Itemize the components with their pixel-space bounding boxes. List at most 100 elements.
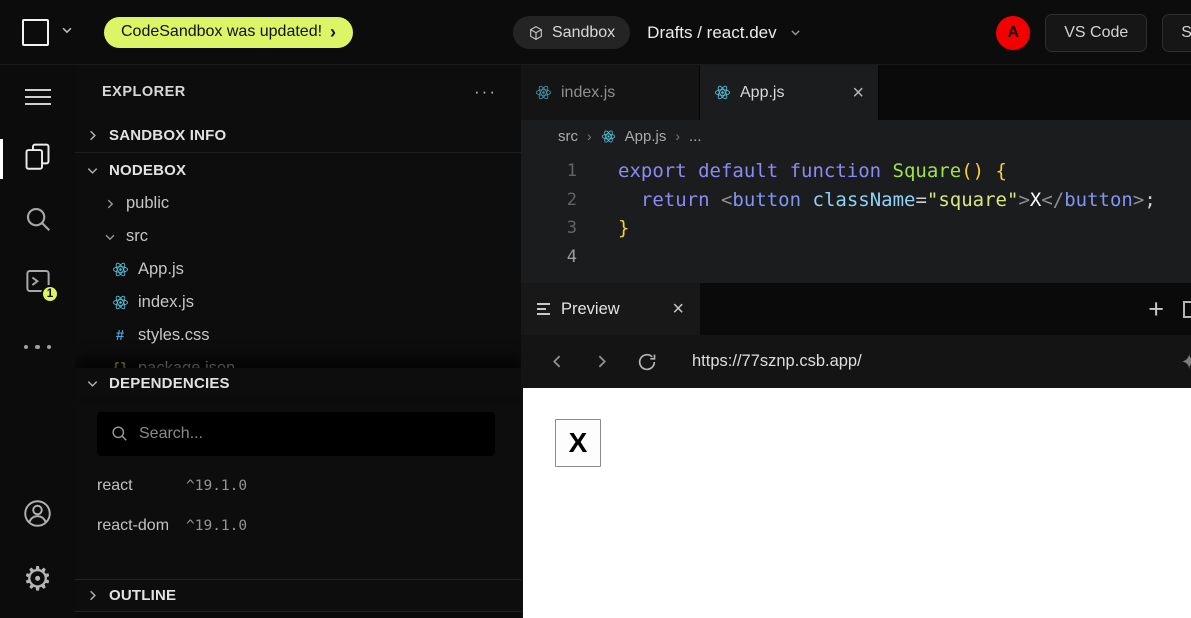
breadcrumb-symbol[interactable]: ... (689, 128, 702, 145)
project-breadcrumb-text: Drafts / react.dev (647, 23, 776, 43)
breadcrumb-src[interactable]: src (558, 128, 578, 145)
react-icon (601, 129, 616, 144)
update-banner[interactable]: CodeSandbox was updated! › (104, 17, 353, 48)
update-banner-text: CodeSandbox was updated! (121, 23, 322, 41)
tree-item-label: styles.css (138, 326, 210, 345)
account-icon (22, 498, 53, 534)
sandbox-badge-label: Sandbox (552, 24, 615, 42)
forward-icon[interactable] (593, 353, 610, 370)
sandbox-badge[interactable]: Sandbox (513, 16, 630, 49)
chevron-down-icon (103, 230, 117, 244)
search-activity-button[interactable] (0, 199, 75, 243)
preview-content: X (521, 388, 1191, 618)
avatar-letter: A (1007, 24, 1019, 42)
section-nodebox[interactable]: NODEBOX (75, 153, 521, 187)
react-icon (111, 294, 129, 311)
close-icon[interactable]: × (852, 83, 864, 103)
top-bar: CodeSandbox was updated! › Sandbox Draft… (0, 0, 1191, 65)
code-line[interactable]: 3} (521, 214, 1191, 243)
explorer-more-icon[interactable]: ··· (474, 82, 497, 102)
more-activity-button[interactable] (0, 323, 75, 367)
json-icon: {} (111, 361, 129, 369)
refresh-icon[interactable] (637, 352, 657, 372)
css-icon: # (111, 327, 129, 344)
share-button[interactable]: Share (1162, 14, 1191, 52)
search-icon (110, 424, 129, 448)
share-button-label: Share (1181, 24, 1191, 42)
terminal-activity-button[interactable]: 1 (0, 261, 75, 305)
breadcrumb-file[interactable]: App.js (625, 128, 667, 145)
avatar[interactable]: A (996, 16, 1030, 50)
add-devtool-icon[interactable]: + (1148, 296, 1164, 323)
section-dependencies[interactable]: DEPENDENCIES (75, 368, 521, 398)
tab-appjs[interactable]: App.js × (700, 65, 879, 120)
section-sandbox-info[interactable]: SANDBOX INFO (75, 119, 521, 153)
tree-item-src[interactable]: src (75, 220, 521, 253)
hamburger-icon (25, 85, 51, 110)
vscode-button-label: VS Code (1064, 24, 1128, 42)
section-outline[interactable]: OUTLINE (75, 579, 521, 612)
chevron-down-icon (85, 163, 100, 178)
preview-url[interactable]: https://77sznp.csb.app/ (692, 352, 862, 371)
line-number: 3 (521, 214, 585, 243)
tree-item-packagejson[interactable]: {} package.json (75, 352, 521, 368)
dependency-search-input[interactable] (97, 412, 495, 456)
vscode-button[interactable]: VS Code (1045, 14, 1147, 52)
chevron-right-icon (103, 197, 117, 211)
settings-button[interactable]: ⚙ (0, 556, 75, 600)
codesandbox-window: CodeSandbox was updated! › Sandbox Draft… (0, 0, 1191, 618)
sparkle-icon[interactable]: ✦ (1180, 350, 1191, 374)
react-icon (535, 84, 552, 101)
tab-indexjs[interactable]: index.js (521, 65, 700, 120)
preview-url-bar: https://77sznp.csb.app/ ✦ (521, 335, 1191, 388)
search-icon (23, 204, 53, 239)
gear-icon: ⚙ (23, 562, 53, 595)
code-line[interactable]: 2 return <button className="square">X</b… (521, 186, 1191, 215)
line-number: 4 (521, 243, 585, 272)
section-label: OUTLINE (109, 587, 176, 604)
menu-button[interactable] (0, 75, 75, 119)
project-breadcrumb[interactable]: Drafts / react.dev (647, 23, 801, 43)
code-line[interactable]: 4 (521, 243, 1191, 272)
explorer-title: EXPLORER (102, 84, 186, 100)
chevron-right-icon: › (587, 128, 592, 144)
account-button[interactable] (0, 494, 75, 538)
tree-item-indexjs[interactable]: index.js (75, 286, 521, 319)
react-icon (111, 261, 129, 278)
dependency-name: react-dom (97, 517, 186, 535)
explorer-activity-button[interactable] (0, 137, 75, 181)
tree-item-stylescss[interactable]: # styles.css (75, 319, 521, 352)
tab-label: index.js (561, 84, 615, 102)
code-editor[interactable]: 1export default function Square() {2 ret… (521, 152, 1191, 283)
dependency-version: ^19.1.0 (186, 518, 247, 534)
tree-item-appjs[interactable]: App.js (75, 253, 521, 286)
dependency-row-react-dom[interactable]: react-dom ^19.1.0 (75, 506, 521, 546)
layout-icon[interactable] (1183, 301, 1191, 318)
terminal-badge: 1 (41, 285, 59, 303)
codesandbox-logo[interactable] (22, 19, 49, 46)
dependency-name: react (97, 477, 186, 495)
line-number: 1 (521, 157, 585, 186)
line-number: 2 (521, 186, 585, 215)
tree-item-public[interactable]: public (75, 187, 521, 220)
chevron-right-icon (85, 128, 100, 143)
tree-item-label: src (126, 227, 148, 246)
ellipsis-icon (21, 336, 55, 354)
dependency-row-react[interactable]: react ^19.1.0 (75, 466, 521, 506)
tab-label: App.js (740, 84, 784, 102)
react-icon (714, 84, 731, 101)
banner-chevron-icon: › (330, 23, 336, 41)
square-button[interactable]: X (555, 419, 601, 467)
preview-tab[interactable]: Preview × (521, 283, 700, 335)
workspace-chevron-down-icon[interactable] (60, 23, 74, 42)
editor-tab-bar: index.js App.js × (521, 65, 1191, 120)
code-lines: 1export default function Square() {2 ret… (521, 157, 1191, 271)
back-icon[interactable] (549, 353, 566, 370)
section-label: DEPENDENCIES (109, 375, 230, 392)
tree-item-label: public (126, 194, 169, 213)
preview-icon (537, 301, 550, 317)
close-icon[interactable]: × (672, 299, 684, 319)
tree-item-label: package.json (138, 359, 235, 368)
activity-bar: 1 ⚙ (0, 65, 75, 618)
code-line[interactable]: 1export default function Square() { (521, 157, 1191, 186)
